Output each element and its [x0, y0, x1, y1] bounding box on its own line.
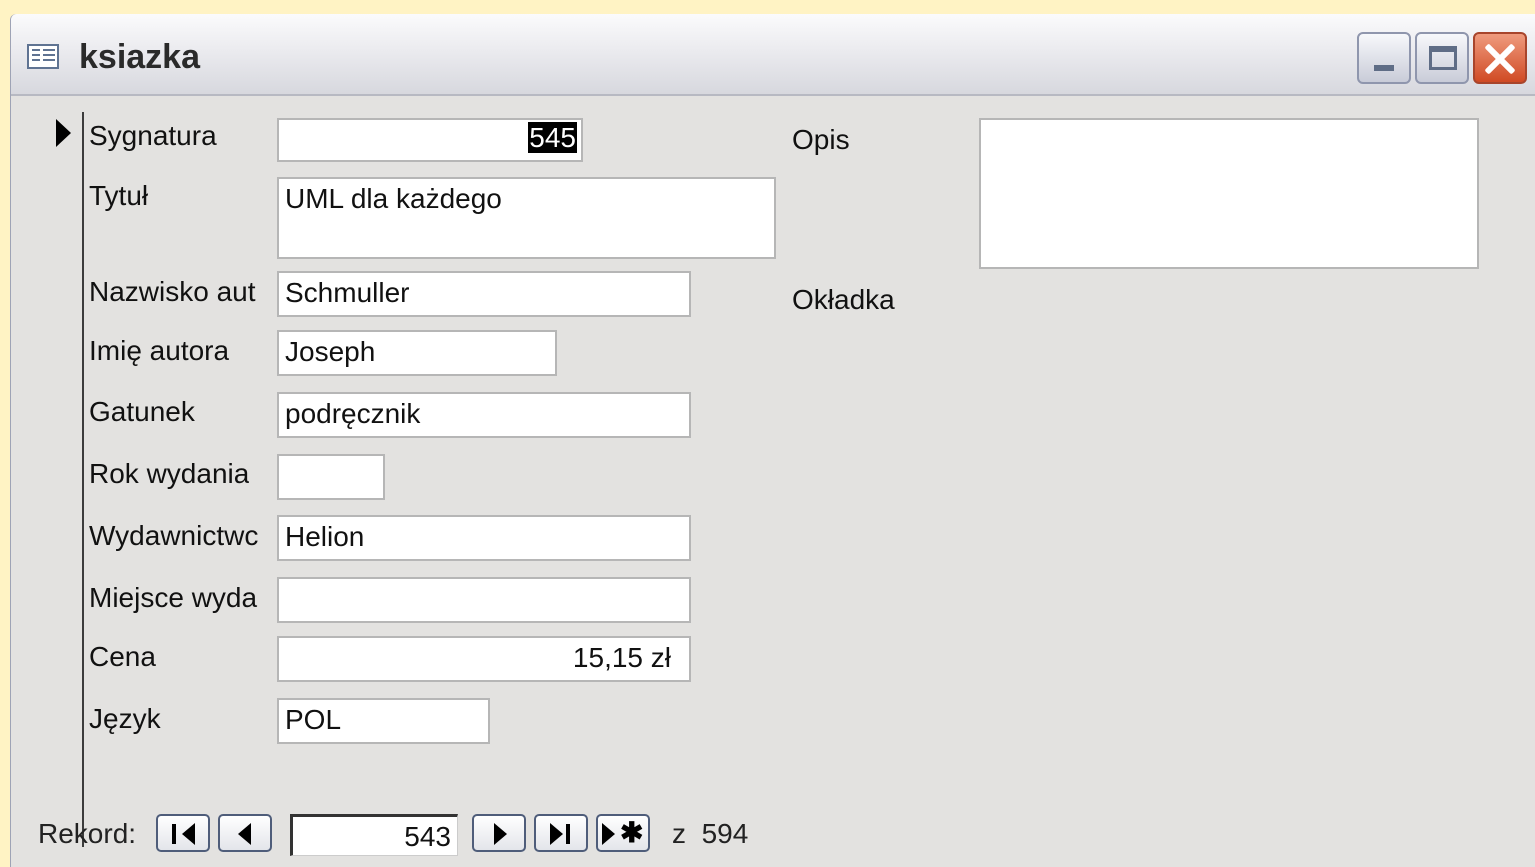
- imie-label: Imię autora: [89, 335, 230, 366]
- okladka-image-frame: [979, 276, 1479, 816]
- first-record-button[interactable]: [156, 814, 210, 852]
- minimize-icon: [1374, 65, 1394, 71]
- nazwisko-label: Nazwisko aut: [89, 276, 256, 307]
- opis-label: Opis: [792, 124, 850, 155]
- title-bar[interactable]: ksiazka: [11, 14, 1535, 96]
- gatunek-label: Gatunek: [89, 396, 195, 427]
- miejsce-field[interactable]: [277, 577, 691, 623]
- last-record-button[interactable]: [534, 814, 588, 852]
- rok-label: Rok wydania: [89, 458, 250, 489]
- record-label: Rekord:: [38, 818, 137, 849]
- gatunek-field[interactable]: podręcznik: [277, 392, 691, 438]
- next-record-icon: [494, 823, 507, 845]
- new-record-star-icon: ✱: [620, 817, 644, 848]
- sygnatura-value: 545: [528, 122, 577, 153]
- close-icon: [1475, 34, 1525, 82]
- new-record-arrow-icon: [602, 823, 615, 845]
- previous-record-icon: [238, 823, 251, 845]
- previous-record-button[interactable]: [218, 814, 272, 852]
- last-record-icon: [550, 823, 563, 845]
- nazwisko-field[interactable]: Schmuller: [277, 271, 691, 317]
- miejsce-label: Miejsce wyda: [89, 582, 258, 613]
- opis-field[interactable]: [979, 118, 1479, 269]
- record-of-label: z: [672, 818, 686, 849]
- imie-field[interactable]: Joseph: [277, 330, 557, 376]
- cena-field[interactable]: 15,15 zł: [277, 636, 691, 682]
- maximize-icon: [1429, 46, 1457, 70]
- record-total: 594: [701, 818, 749, 849]
- next-record-button[interactable]: [472, 814, 526, 852]
- tytul-field[interactable]: UML dla każdego: [277, 177, 776, 259]
- record-count: z 594: [672, 818, 748, 850]
- tytul-label: Tytuł: [89, 180, 149, 211]
- sygnatura-field[interactable]: 545: [277, 118, 583, 162]
- rok-field[interactable]: [277, 454, 385, 500]
- wydawnictwo-field[interactable]: Helion: [277, 515, 691, 561]
- first-record-bar-icon: [172, 824, 176, 844]
- last-record-bar-icon: [566, 824, 570, 844]
- new-record-button[interactable]: ✱: [596, 814, 650, 852]
- form-window: ksiazka Sygnatura 545 Tytuł UML dla każd…: [10, 14, 1535, 867]
- first-record-icon: [182, 823, 195, 845]
- sygnatura-label: Sygnatura: [89, 120, 217, 151]
- jezyk-field[interactable]: POL: [277, 698, 490, 744]
- jezyk-label: Język: [89, 703, 161, 734]
- current-record-field[interactable]: 543: [290, 814, 458, 856]
- okladka-label: Okładka: [792, 284, 895, 315]
- record-navigation: Rekord: 543 ✱ z 594: [38, 812, 798, 858]
- maximize-button[interactable]: [1415, 32, 1469, 84]
- cena-label: Cena: [89, 641, 156, 672]
- wydawnictwo-label: Wydawnictwc: [89, 520, 259, 551]
- form-icon: [27, 44, 59, 69]
- record-selector-divider: [82, 112, 84, 847]
- record-selector-arrow-icon[interactable]: [56, 119, 71, 147]
- window-title: ksiazka: [79, 38, 200, 76]
- minimize-button[interactable]: [1357, 32, 1411, 84]
- close-button[interactable]: [1473, 32, 1527, 84]
